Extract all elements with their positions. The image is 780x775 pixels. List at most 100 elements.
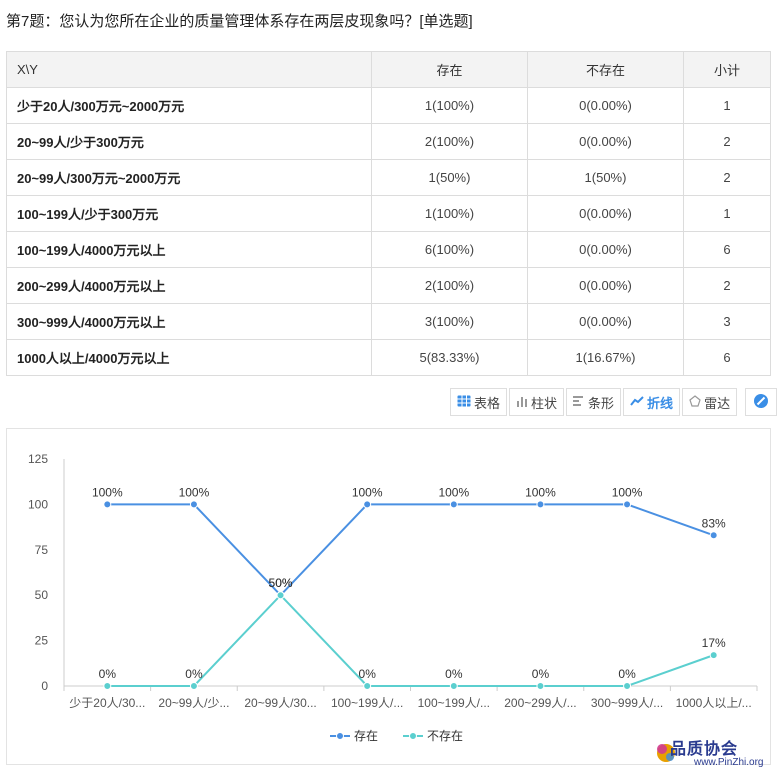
not-exist-cell: 0(0.00%) <box>527 87 684 124</box>
table-row: 200~299人/4000万元以上 2(100%) 0(0.00%) 2 <box>6 267 771 304</box>
subtotal-cell: 2 <box>683 159 771 196</box>
data-label: 0% <box>445 667 463 681</box>
not-exist-cell: 0(0.00%) <box>527 123 684 160</box>
legend-marker <box>336 732 344 740</box>
data-point <box>363 682 372 690</box>
row-label: 20~99人/300万元~2000万元 <box>6 159 372 196</box>
data-label: 0% <box>359 667 377 681</box>
table-row: 20~99人/少于300万元 2(100%) 0(0.00%) 2 <box>6 123 771 160</box>
data-point <box>623 500 632 509</box>
table-view-label: 表格 <box>474 395 501 411</box>
chart-type-toolbar: 表格 柱状 条形 折线 雷达 <box>450 388 778 416</box>
header-xy: X\Y <box>6 51 372 88</box>
y-tick-label: 25 <box>35 634 49 648</box>
data-point <box>103 682 112 690</box>
row-label: 100~199人/4000万元以上 <box>6 231 372 268</box>
row-label: 200~299人/4000万元以上 <box>6 267 372 304</box>
exist-cell: 6(100%) <box>371 231 528 268</box>
subtotal-cell: 3 <box>683 303 771 340</box>
column-chart-button[interactable]: 柱状 <box>509 388 565 416</box>
watermark-url: www.PinZhi.org <box>694 757 764 768</box>
extra-option-button[interactable] <box>745 388 778 416</box>
data-label: 100% <box>352 485 383 499</box>
table-view-button[interactable]: 表格 <box>450 388 508 416</box>
data-point <box>189 500 198 509</box>
not-exist-cell: 0(0.00%) <box>527 303 684 340</box>
bar-chart-icon <box>573 395 585 410</box>
legend-label: 存在 <box>354 729 378 743</box>
subtotal-cell: 2 <box>683 123 771 160</box>
data-point <box>189 682 198 690</box>
data-label: 100% <box>179 485 210 499</box>
exist-cell: 5(83.33%) <box>371 339 528 376</box>
line-chart-button[interactable]: 折线 <box>623 388 681 416</box>
table-row: 少于20人/300万元~2000万元 1(100%) 0(0.00%) 1 <box>6 87 771 124</box>
header-subtotal: 小计 <box>683 51 771 88</box>
data-point <box>103 500 112 509</box>
table-header-row: X\Y 存在 不存在 小计 <box>6 51 771 88</box>
data-point <box>363 500 372 509</box>
not-exist-cell: 0(0.00%) <box>527 195 684 232</box>
legend-label: 不存在 <box>427 729 463 743</box>
row-label: 300~999人/4000万元以上 <box>6 303 372 340</box>
exist-cell: 3(100%) <box>371 303 528 340</box>
y-tick-label: 75 <box>35 543 49 557</box>
data-label: 0% <box>618 667 636 681</box>
y-tick-label: 125 <box>28 452 48 466</box>
header-exist: 存在 <box>371 51 528 88</box>
radar-icon <box>689 394 701 410</box>
not-exist-cell: 1(50%) <box>527 159 684 196</box>
row-label: 少于20人/300万元~2000万元 <box>6 87 372 124</box>
x-tick-label: 300~999人/... <box>591 696 663 710</box>
line-chart-panel: 0 25 50 75 100 125 少于20人/30... 20~99人/少... 20~99… <box>6 428 771 765</box>
circle-slash-icon <box>753 393 769 412</box>
column-chart-label: 柱状 <box>531 395 558 411</box>
x-tick-label: 100~199人/... <box>331 696 403 710</box>
data-label: 0% <box>185 667 203 681</box>
line-chart: 0 25 50 75 100 125 少于20人/30... 20~99人/少... 20~99… <box>28 452 758 743</box>
x-tick-label: 20~99人/少... <box>158 696 229 710</box>
y-tick-label: 50 <box>35 588 49 602</box>
data-label: 100% <box>612 485 643 499</box>
row-label: 1000人以上/4000万元以上 <box>6 339 372 376</box>
data-point <box>449 682 458 690</box>
radar-chart-button[interactable]: 雷达 <box>682 388 738 416</box>
data-point <box>449 500 458 509</box>
table-row: 100~199人/少于300万元 1(100%) 0(0.00%) 1 <box>6 195 771 232</box>
exist-cell: 1(50%) <box>371 159 528 196</box>
data-label: 100% <box>92 485 123 499</box>
table-row: 100~199人/4000万元以上 6(100%) 0(0.00%) 6 <box>6 231 771 268</box>
data-label: 50% <box>269 576 293 590</box>
question-title: 第7题：您认为您所在企业的质量管理体系存在两层皮现象吗？[单选题] <box>6 13 473 30</box>
subtotal-cell: 1 <box>683 195 771 232</box>
x-tick-label: 20~99人/30... <box>244 696 316 710</box>
y-tick-label: 0 <box>41 679 48 693</box>
data-point <box>709 531 718 540</box>
exist-cell: 2(100%) <box>371 267 528 304</box>
data-label: 100% <box>438 485 469 499</box>
line-chart-label: 折线 <box>647 395 674 411</box>
data-point <box>276 591 285 600</box>
legend-marker <box>409 732 417 740</box>
subtotal-cell: 1 <box>683 87 771 124</box>
data-label: 100% <box>525 485 556 499</box>
data-label: 83% <box>702 516 726 530</box>
y-tick-label: 100 <box>28 497 48 511</box>
x-tick-label: 200~299人/... <box>504 696 576 710</box>
subtotal-cell: 6 <box>683 231 771 268</box>
watermark-text: 品质协会 <box>670 741 739 758</box>
exist-cell: 2(100%) <box>371 123 528 160</box>
row-label: 20~99人/少于300万元 <box>6 123 372 160</box>
data-point <box>536 500 545 509</box>
crosstab-table: X\Y 存在 不存在 小计 少于20人/300万元~2000万元 1(100%) 0… <box>6 51 771 376</box>
x-tick-label: 1000人以上/... <box>676 696 752 710</box>
x-tick-label: 少于20人/30... <box>69 696 145 710</box>
site-watermark: 品质协会 www.PinZhi.org <box>652 735 774 771</box>
x-tick-label: 100~199人/... <box>418 696 490 710</box>
data-label: 0% <box>99 667 117 681</box>
radar-chart-label: 雷达 <box>704 395 731 411</box>
line-chart-icon <box>630 395 644 410</box>
bar-chart-button[interactable]: 条形 <box>566 388 622 416</box>
series-line-exist <box>107 503 715 597</box>
data-label: 0% <box>532 667 550 681</box>
